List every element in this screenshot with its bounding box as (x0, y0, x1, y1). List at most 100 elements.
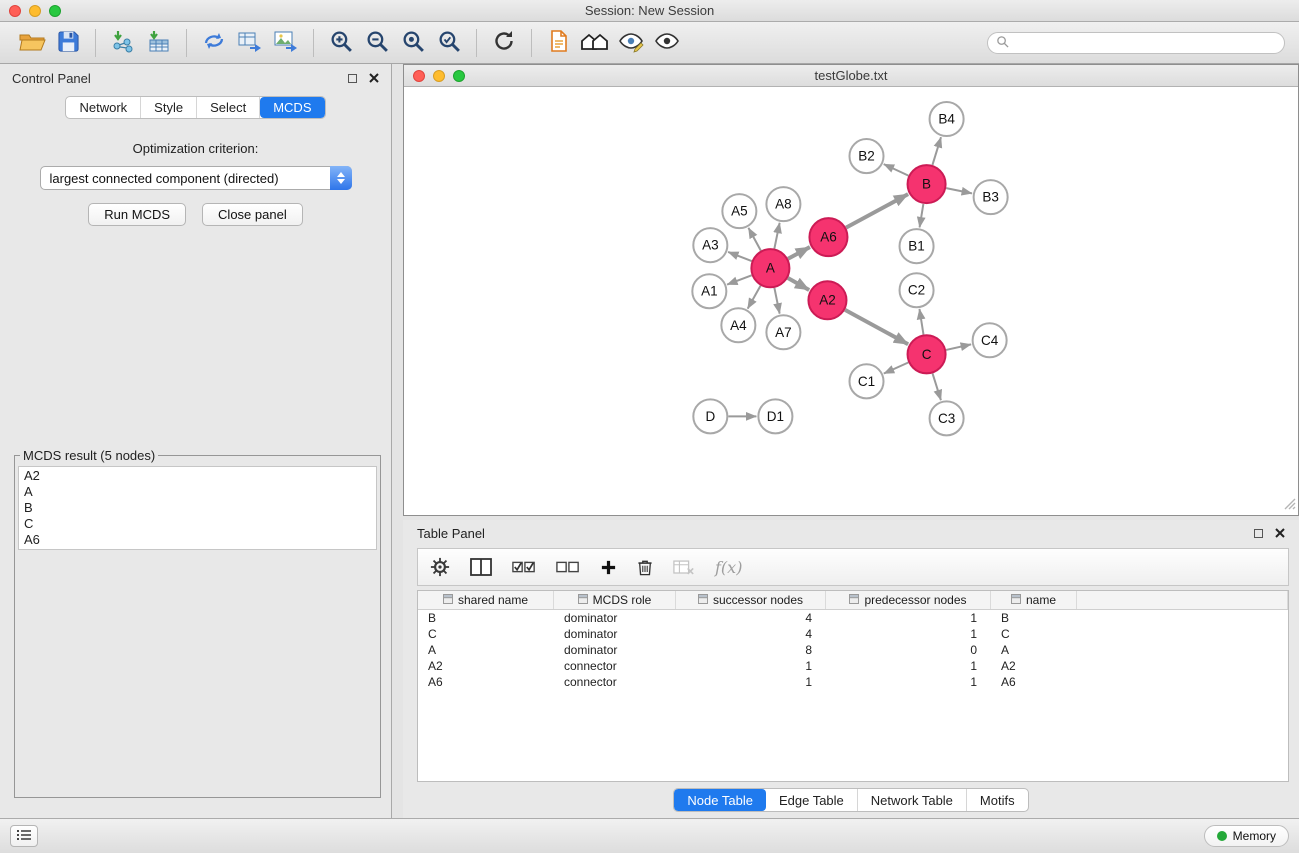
add-row-button[interactable] (600, 559, 617, 576)
table-cell[interactable]: B (991, 610, 1077, 626)
graph-edge-C-C1[interactable] (884, 363, 908, 374)
graph-node-A6[interactable]: A6 (809, 218, 847, 256)
table-row[interactable]: Adominator80A (418, 642, 1288, 658)
mcds-result-list[interactable]: A2ABCA6 (18, 466, 377, 550)
run-mcds-button[interactable]: Run MCDS (88, 203, 186, 226)
import-table-button[interactable] (141, 26, 177, 60)
resize-grip-icon[interactable] (1284, 498, 1296, 513)
table-cell[interactable]: C (418, 626, 554, 642)
graph-node-A7[interactable]: A7 (766, 315, 800, 349)
search-box[interactable] (987, 32, 1285, 54)
unselect-all-rows-button[interactable] (556, 558, 580, 576)
graph-edge-C-C3[interactable] (933, 373, 941, 400)
table-cell[interactable] (1077, 658, 1288, 674)
table-cell[interactable]: A2 (991, 658, 1077, 674)
zoom-out-button[interactable] (359, 26, 395, 60)
network-close-button[interactable] (413, 70, 425, 82)
table-row[interactable]: A6connector11A6 (418, 674, 1288, 690)
memory-button[interactable]: Memory (1204, 825, 1289, 847)
column-header-predecessor-nodes[interactable]: predecessor nodes (826, 591, 991, 609)
graph-node-C[interactable]: C (908, 335, 946, 373)
graph-edge-B-B1[interactable] (920, 204, 924, 228)
close-table-panel-icon[interactable] (1275, 526, 1285, 541)
network-window-titlebar[interactable]: testGlobe.txt (404, 65, 1298, 87)
table-cell[interactable]: A6 (991, 674, 1077, 690)
delete-table-button[interactable] (673, 559, 695, 576)
network-minimize-button[interactable] (433, 70, 445, 82)
graph-node-A2[interactable]: A2 (808, 281, 846, 319)
graph-node-C1[interactable]: C1 (849, 364, 883, 398)
graph-edge-A-A6[interactable] (788, 247, 810, 259)
table-cell[interactable]: 4 (676, 610, 826, 626)
graph-edge-B-B2[interactable] (884, 164, 909, 176)
table-cell[interactable] (1077, 674, 1288, 690)
graph-node-C2[interactable]: C2 (900, 273, 934, 307)
open-file-button[interactable] (14, 26, 50, 60)
graph-node-A1[interactable]: A1 (692, 274, 726, 308)
table-cell[interactable]: 1 (676, 674, 826, 690)
tab-node-table[interactable]: Node Table (674, 789, 766, 811)
zoom-in-button[interactable] (323, 26, 359, 60)
graph-edge-A-A4[interactable] (748, 286, 761, 309)
graph-edge-A-A1[interactable] (727, 275, 752, 284)
paste-document-button[interactable] (541, 26, 577, 60)
tab-mcds[interactable]: MCDS (260, 97, 324, 118)
graph-node-B3[interactable]: B3 (974, 180, 1008, 214)
function-builder-button[interactable]: f(x) (715, 558, 742, 577)
export-table-button[interactable] (232, 26, 268, 60)
result-item[interactable]: A6 (24, 532, 371, 548)
save-session-button[interactable] (50, 26, 86, 60)
table-row[interactable]: Bdominator41B (418, 610, 1288, 626)
table-cell[interactable]: dominator (554, 642, 676, 658)
home-button[interactable] (577, 26, 613, 60)
graph-edge-A-A8[interactable] (774, 223, 779, 249)
table-cell[interactable]: A (418, 642, 554, 658)
graph-edge-A6-B[interactable] (846, 194, 908, 228)
result-item[interactable]: B (24, 500, 371, 516)
delete-row-button[interactable] (637, 558, 653, 577)
table-cell[interactable]: 0 (826, 642, 991, 658)
graph-edge-B-B4[interactable] (932, 137, 941, 165)
export-image-button[interactable] (268, 26, 304, 60)
table-cell[interactable] (1077, 642, 1288, 658)
graph-edge-A-A7[interactable] (774, 288, 779, 314)
graph-node-A5[interactable]: A5 (722, 194, 756, 228)
network-canvas[interactable]: B4B2BB3A8A5A6A3B1AA1C2A2A4A7C4CC1C3DD1 (404, 87, 1298, 515)
tab-network-table[interactable]: Network Table (858, 789, 967, 811)
column-header-mcds-role[interactable]: MCDS role (554, 591, 676, 609)
search-input[interactable] (1014, 36, 1276, 50)
graph-edge-A-A3[interactable] (728, 252, 752, 261)
table-cell[interactable]: dominator (554, 626, 676, 642)
close-window-button[interactable] (9, 5, 21, 17)
graph-node-A4[interactable]: A4 (721, 308, 755, 342)
settings-gear-button[interactable] (430, 557, 450, 577)
show-view-button[interactable] (649, 26, 685, 60)
tab-style[interactable]: Style (141, 97, 197, 118)
table-cell[interactable]: dominator (554, 610, 676, 626)
network-zoom-button[interactable] (453, 70, 465, 82)
result-item[interactable]: C (24, 516, 371, 532)
graph-node-A8[interactable]: A8 (766, 187, 800, 221)
node-table[interactable]: shared nameMCDS rolesuccessor nodesprede… (417, 590, 1289, 782)
table-cell[interactable] (1077, 626, 1288, 642)
table-row[interactable]: A2connector11A2 (418, 658, 1288, 674)
table-cell[interactable]: A2 (418, 658, 554, 674)
graph-node-C3[interactable]: C3 (930, 401, 964, 435)
float-table-panel-icon[interactable] (1254, 529, 1263, 538)
zoom-window-button[interactable] (49, 5, 61, 17)
graph-edge-C-C2[interactable] (919, 309, 923, 334)
table-cell[interactable]: connector (554, 674, 676, 690)
graph-edge-A-A2[interactable] (788, 278, 809, 290)
column-mode-button[interactable] (470, 557, 492, 577)
export-network-button[interactable] (196, 26, 232, 60)
result-item[interactable]: A2 (24, 468, 371, 484)
optimization-criterion-dropdown[interactable]: largest connected component (directed) (40, 166, 352, 190)
table-row[interactable]: Cdominator41C (418, 626, 1288, 642)
tab-edge-table[interactable]: Edge Table (766, 789, 858, 811)
tab-motifs[interactable]: Motifs (967, 789, 1028, 811)
graph-node-B1[interactable]: B1 (900, 229, 934, 263)
graph-node-B4[interactable]: B4 (930, 102, 964, 136)
tab-network[interactable]: Network (66, 97, 141, 118)
import-network-button[interactable] (105, 26, 141, 60)
graph-node-D1[interactable]: D1 (758, 399, 792, 433)
